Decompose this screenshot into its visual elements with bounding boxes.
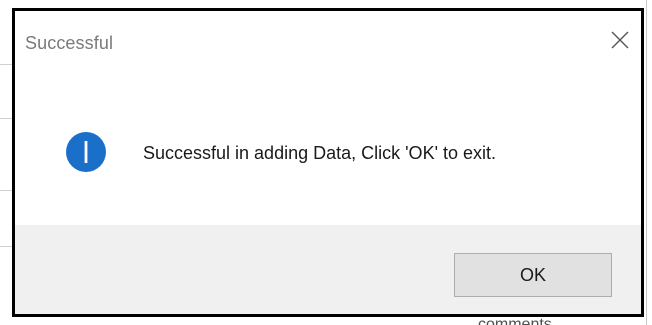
background-app-strip	[0, 0, 12, 325]
ok-button[interactable]: OK	[454, 253, 612, 297]
dialog-content: Successful in adding Data, Click 'OK' to…	[15, 69, 641, 225]
info-icon	[66, 132, 106, 172]
background-grid-line	[0, 190, 12, 191]
background-grid-vline	[646, 0, 647, 325]
background-grid-line	[0, 246, 12, 247]
background-grid-line	[0, 64, 12, 65]
dialog-title: Successful	[25, 33, 114, 53]
dialog-message: Successful in adding Data, Click 'OK' to…	[143, 143, 497, 163]
dialog-footer: OK	[15, 225, 641, 314]
close-button[interactable]	[599, 19, 641, 61]
close-icon	[611, 31, 629, 49]
dialog-titlebar[interactable]: Successful	[15, 11, 641, 69]
background-grid-line	[0, 118, 12, 119]
message-dialog: Successful Successful in adding Data, Cl…	[12, 8, 644, 317]
